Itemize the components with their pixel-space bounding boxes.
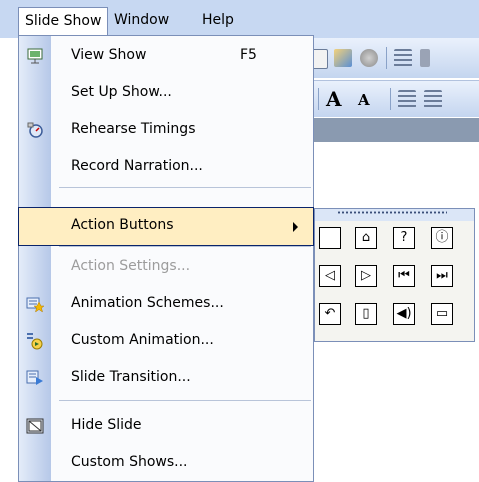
menu-item-view-show[interactable]: View Show F5 <box>19 38 313 75</box>
menu-item-label: Action Buttons <box>71 217 174 233</box>
toolbar-separator <box>386 47 387 69</box>
decrease-font-size-icon[interactable]: A <box>358 91 370 109</box>
increase-font-size-icon[interactable]: A <box>326 87 342 111</box>
menu-separator <box>59 187 311 188</box>
action-button-sound[interactable]: ◀) <box>393 303 415 325</box>
action-button-end[interactable]: ⏭ <box>431 265 453 287</box>
menu-item-slide-transition[interactable]: Slide Transition... <box>19 360 313 397</box>
menu-item-label: Slide Transition... <box>71 369 191 385</box>
menu-item-label: Action Settings... <box>71 258 191 274</box>
action-button-information[interactable]: ⓘ <box>431 227 453 249</box>
toolbar-separator <box>390 88 391 110</box>
menu-item-shortcut: F5 <box>240 47 257 63</box>
pane-header-strip <box>300 118 479 142</box>
menu-item-custom-animation[interactable]: Custom Animation... <box>19 323 313 360</box>
formatting-toolbar: A A <box>300 80 479 117</box>
sound-icon: ◀) <box>396 306 412 321</box>
action-button-home[interactable]: ⌂ <box>355 227 377 249</box>
palette-drag-handle[interactable] <box>315 209 474 221</box>
action-button-document[interactable]: ▯ <box>355 303 377 325</box>
action-button-return[interactable]: ↶ <box>319 303 341 325</box>
menu-item-label: Custom Shows... <box>71 454 188 470</box>
menu-help[interactable]: Help <box>196 9 240 31</box>
menu-separator <box>59 400 311 401</box>
action-buttons-palette: ⌂ ? ⓘ ◁ ▷ ⏮ ⏭ ↶ ▯ ◀) ▭ <box>314 208 475 342</box>
menu-window[interactable]: Window <box>108 9 175 31</box>
action-button-beginning[interactable]: ⏮ <box>393 265 415 287</box>
menu-item-label: View Show <box>71 47 147 63</box>
custom-animation-icon <box>27 333 43 350</box>
movie-icon: ▭ <box>435 306 449 321</box>
menu-item-animation-schemes[interactable]: Animation Schemes... <box>19 286 313 323</box>
menu-item-label: Rehearse Timings <box>71 121 196 137</box>
information-icon: ⓘ <box>435 230 449 245</box>
menu-window-label: Window <box>114 12 170 28</box>
menu-item-custom-shows[interactable]: Custom Shows... <box>19 445 313 482</box>
menu-item-label: Custom Animation... <box>71 332 214 348</box>
menu-item-label: Animation Schemes... <box>71 295 224 311</box>
standard-toolbar <box>300 38 479 78</box>
menu-slide-show[interactable]: Slide Show <box>18 7 109 36</box>
decrease-indent-icon[interactable] <box>398 90 416 108</box>
stopwatch-icon <box>27 122 43 138</box>
menu-bar: Slide Show Window Help <box>0 0 479 38</box>
menu-item-action-settings[interactable]: Action Settings... <box>19 249 313 286</box>
hide-slide-icon <box>26 418 44 434</box>
document-icon: ▯ <box>362 306 370 321</box>
animation-schemes-icon <box>26 297 44 313</box>
home-icon: ⌂ <box>361 230 371 245</box>
increase-indent-icon[interactable] <box>424 90 442 108</box>
slide-show-menu: View Show F5 Set Up Show... Rehearse Tim… <box>18 35 314 482</box>
action-button-help[interactable]: ? <box>393 227 415 249</box>
action-button-custom[interactable] <box>319 227 341 249</box>
menu-item-rehearse-timings[interactable]: Rehearse Timings <box>19 112 313 149</box>
menu-item-hide-slide[interactable]: Hide Slide <box>19 408 313 445</box>
forward-next-icon: ▷ <box>361 268 371 283</box>
back-previous-icon: ◁ <box>325 268 335 283</box>
action-button-forward-next[interactable]: ▷ <box>355 265 377 287</box>
submenu-arrow-icon <box>293 222 298 232</box>
action-button-back-previous[interactable]: ◁ <box>319 265 341 287</box>
grip-dots <box>337 211 447 214</box>
menu-item-label: Set Up Show... <box>71 84 172 100</box>
menu-separator <box>59 246 311 247</box>
toolbar-separator <box>318 88 319 110</box>
end-icon: ⏭ <box>436 268 448 283</box>
hyperlink-icon[interactable] <box>360 49 378 67</box>
beginning-icon: ⏮ <box>398 268 410 283</box>
expand-all-icon[interactable] <box>394 49 412 67</box>
return-icon: ↶ <box>324 306 336 321</box>
menu-item-record-narration[interactable]: Record Narration... <box>19 149 313 186</box>
chart-icon[interactable] <box>334 49 352 67</box>
slide-transition-icon <box>26 370 43 385</box>
menu-help-label: Help <box>202 12 234 28</box>
show-formatting-icon[interactable] <box>420 49 430 67</box>
menu-item-set-up-show[interactable]: Set Up Show... <box>19 75 313 112</box>
menu-item-label: Hide Slide <box>71 417 142 433</box>
slideshow-screen-icon <box>27 48 43 64</box>
menu-slide-show-label: Slide Show <box>25 13 102 29</box>
action-button-movie[interactable]: ▭ <box>431 303 453 325</box>
help-icon: ? <box>400 230 408 245</box>
menu-item-label: Record Narration... <box>71 158 203 174</box>
menu-item-action-buttons[interactable]: Action Buttons <box>18 207 314 246</box>
